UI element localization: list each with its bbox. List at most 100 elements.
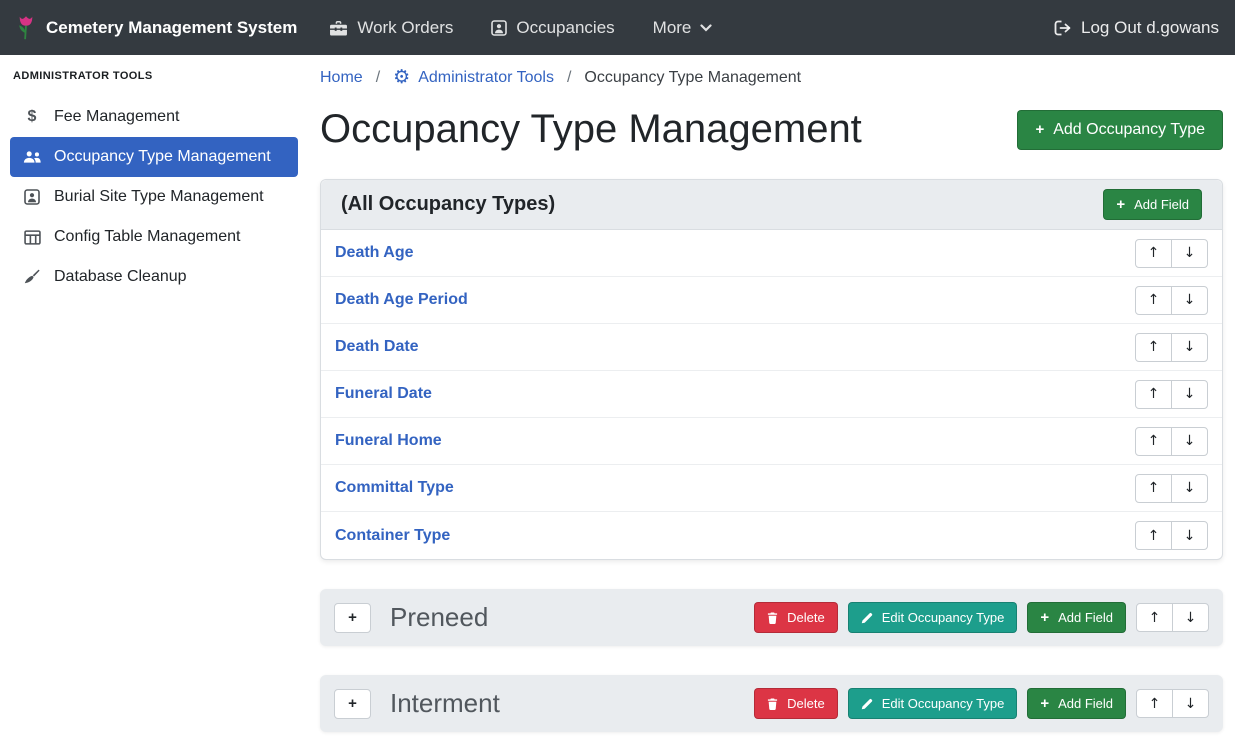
sidebar-item-occupancy-type-management[interactable]: Occupancy Type Management <box>10 137 298 177</box>
plus-icon: + <box>348 695 357 712</box>
field-link[interactable]: Committal Type <box>335 479 454 497</box>
card-title: (All Occupancy Types) <box>341 193 555 216</box>
move-up-button[interactable]: ↑ <box>1135 286 1172 315</box>
reorder-group: ↑ ↓ <box>1135 239 1208 268</box>
expand-button[interactable]: + <box>334 603 371 633</box>
field-link[interactable]: Funeral Date <box>335 385 432 403</box>
sidebar-item-fee-management[interactable]: $ Fee Management <box>10 97 298 137</box>
arrow-up-icon: ↑ <box>1149 610 1161 626</box>
move-down-button[interactable]: ↓ <box>1171 333 1208 362</box>
add-occupancy-type-button[interactable]: + Add Occupancy Type <box>1017 110 1223 150</box>
work-orders-icon <box>329 20 348 36</box>
move-up-button[interactable]: ↑ <box>1136 689 1173 718</box>
reorder-group: ↑ ↓ <box>1135 427 1208 456</box>
delete-label: Delete <box>787 696 825 711</box>
brand[interactable]: Cemetery Management System <box>16 14 297 41</box>
occupancies-icon <box>491 20 507 36</box>
sidebar-item-burial-site-type-management[interactable]: Burial Site Type Management <box>10 177 298 217</box>
move-down-button[interactable]: ↓ <box>1172 603 1209 632</box>
brand-title: Cemetery Management System <box>46 18 297 38</box>
plus-icon: + <box>1040 610 1049 625</box>
move-up-button[interactable]: ↑ <box>1135 521 1172 550</box>
move-up-button[interactable]: ↑ <box>1135 333 1172 362</box>
move-up-button[interactable]: ↑ <box>1135 239 1172 268</box>
edit-occupancy-type-label: Edit Occupancy Type <box>882 696 1005 711</box>
expand-button[interactable]: + <box>334 689 371 719</box>
delete-label: Delete <box>787 610 825 625</box>
chevron-down-icon <box>700 24 712 32</box>
add-field-button[interactable]: + Add Field <box>1103 189 1202 220</box>
edit-occupancy-type-button[interactable]: Edit Occupancy Type <box>848 602 1018 633</box>
field-link[interactable]: Funeral Home <box>335 432 442 450</box>
arrow-down-icon: ↓ <box>1184 339 1196 355</box>
portrait-frame-icon <box>21 189 43 205</box>
arrow-down-icon: ↓ <box>1185 696 1197 712</box>
occupancy-type-section-interment: + Interment Delete <box>320 675 1223 732</box>
field-link[interactable]: Container Type <box>335 527 450 545</box>
pencil-icon <box>861 612 873 624</box>
delete-button[interactable]: Delete <box>754 602 838 633</box>
move-up-button[interactable]: ↑ <box>1136 603 1173 632</box>
arrow-up-icon: ↑ <box>1148 528 1160 544</box>
nav-work-orders-label: Work Orders <box>357 18 453 38</box>
add-field-button[interactable]: + Add Field <box>1027 688 1126 719</box>
page-title: Occupancy Type Management <box>320 107 862 152</box>
move-down-button[interactable]: ↓ <box>1171 474 1208 503</box>
field-link[interactable]: Death Date <box>335 338 419 356</box>
move-up-button[interactable]: ↑ <box>1135 474 1172 503</box>
breadcrumb-administrator-tools[interactable]: ⚙ Administrator Tools <box>393 68 554 87</box>
arrow-up-icon: ↑ <box>1149 696 1161 712</box>
move-down-button[interactable]: ↓ <box>1171 239 1208 268</box>
pencil-icon <box>861 698 873 710</box>
broom-icon <box>21 269 43 285</box>
move-up-button[interactable]: ↑ <box>1135 380 1172 409</box>
table-icon <box>21 230 43 245</box>
edit-occupancy-type-button[interactable]: Edit Occupancy Type <box>848 688 1018 719</box>
move-down-button[interactable]: ↓ <box>1171 521 1208 550</box>
move-down-button[interactable]: ↓ <box>1171 380 1208 409</box>
arrow-down-icon: ↓ <box>1184 528 1196 544</box>
breadcrumb-home[interactable]: Home <box>320 69 363 87</box>
arrow-up-icon: ↑ <box>1148 292 1160 308</box>
nav-more[interactable]: More <box>653 18 713 38</box>
field-row: Funeral Date ↑ ↓ <box>321 371 1222 418</box>
reorder-group: ↑ ↓ <box>1135 380 1208 409</box>
logout-button[interactable]: Log Out d.gowans <box>1054 18 1219 38</box>
reorder-group: ↑ ↓ <box>1135 474 1208 503</box>
sidebar-item-label: Config Table Management <box>54 228 241 246</box>
breadcrumb-current: Occupancy Type Management <box>584 69 801 87</box>
users-icon <box>21 150 43 164</box>
move-down-button[interactable]: ↓ <box>1171 427 1208 456</box>
nav-occupancies-label: Occupancies <box>516 18 614 38</box>
field-link[interactable]: Death Age Period <box>335 291 468 309</box>
field-row: Death Age ↑ ↓ <box>321 230 1222 277</box>
add-field-button[interactable]: + Add Field <box>1027 602 1126 633</box>
arrow-down-icon: ↓ <box>1184 480 1196 496</box>
edit-occupancy-type-label: Edit Occupancy Type <box>882 610 1005 625</box>
field-row: Death Age Period ↑ ↓ <box>321 277 1222 324</box>
breadcrumb-separator: / <box>376 69 380 87</box>
arrow-up-icon: ↑ <box>1148 480 1160 496</box>
sidebar-item-database-cleanup[interactable]: Database Cleanup <box>10 257 298 297</box>
arrow-down-icon: ↓ <box>1184 245 1196 261</box>
move-down-button[interactable]: ↓ <box>1171 286 1208 315</box>
main-nav: Work Orders Occupancies More <box>329 18 712 38</box>
arrow-up-icon: ↑ <box>1148 386 1160 402</box>
move-down-button[interactable]: ↓ <box>1172 689 1209 718</box>
sidebar-item-config-table-management[interactable]: Config Table Management <box>10 217 298 257</box>
card-header: (All Occupancy Types) + Add Field <box>321 180 1222 230</box>
field-row: Committal Type ↑ ↓ <box>321 465 1222 512</box>
arrow-up-icon: ↑ <box>1148 245 1160 261</box>
breadcrumb-separator: / <box>567 69 571 87</box>
top-navbar: Cemetery Management System Work Orders <box>0 0 1235 55</box>
add-field-label: Add Field <box>1058 696 1113 711</box>
section-title: Preneed <box>390 602 488 633</box>
move-up-button[interactable]: ↑ <box>1135 427 1172 456</box>
logout-icon <box>1054 20 1072 36</box>
delete-button[interactable]: Delete <box>754 688 838 719</box>
nav-work-orders[interactable]: Work Orders <box>329 18 453 38</box>
trash-icon <box>767 698 778 710</box>
field-link[interactable]: Death Age <box>335 244 414 262</box>
nav-occupancies[interactable]: Occupancies <box>491 18 614 38</box>
title-row: Occupancy Type Management + Add Occupanc… <box>320 107 1223 152</box>
